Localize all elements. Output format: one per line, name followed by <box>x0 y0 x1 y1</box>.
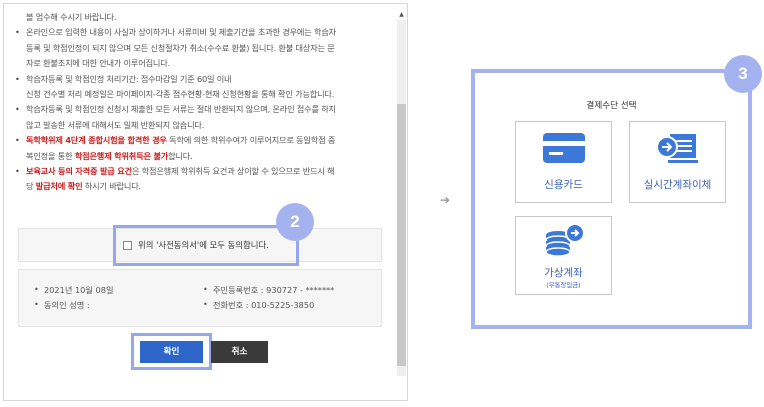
notice-line: 않고 발송한 서류에 대해서도 일체 반환되지 않습니다. <box>26 119 205 130</box>
consent-panel: 볼 엄수해 수시기 바랍니다. 온라인으로 입력한 내용이 사실과 상이하거나 … <box>3 3 408 401</box>
notice-line: 학습자등록 및 학점인정 신청시 제출한 모든 서류는 절대 반환되지 않으며,… <box>14 102 386 118</box>
notice-line: 온라인으로 입력한 내용이 사실과 상이하거나 서류미비 및 제출기간을 초과한… <box>14 25 386 41</box>
notice-line-red1: 독학학위제 4단계 종합시험을 합격한 경우 독학에 의한 학위수여가 이루어지… <box>14 133 386 149</box>
notice-line: 등록 및 학점인정이 되지 않으며 모든 신청절차가 취소(수수료 환불) 됩니… <box>26 42 335 53</box>
notice-line-red1-cont: 복인정을 통한 학점은행제 학위취득은 불가합니다. <box>14 149 386 164</box>
step-badge-2: 2 <box>276 203 314 241</box>
notice-line: 신청 건수별 처리 예정일은 마이페이지-각종 접수현황-현재 신청현황을 통해… <box>26 89 335 100</box>
notice-line-red2-cont: 당 발급처에 확인 하시기 바랍니다. <box>14 179 386 194</box>
step-badge-3: 3 <box>724 55 762 93</box>
agree-highlight <box>113 225 299 266</box>
transfer-icon <box>630 132 725 168</box>
signer-name: 동의인 성명 : <box>34 299 90 311</box>
notice-line: 볼 엄수해 수시기 바랍니다. <box>26 12 117 22</box>
credit-card-option[interactable]: 신용카드 <box>515 121 612 203</box>
red-text: 학점은행제 학위취득은 불가 <box>74 150 169 161</box>
notice-line-red2: 보육교사 등의 자격증 발급 요건은 학점은행제 학위취득 요건과 상이할 수 … <box>14 164 386 180</box>
red-text: 독학학위제 4단계 종합시험을 합격한 경우 <box>26 135 167 146</box>
notice-line: 학습자등록 및 학점인정 처리기간: 접수마감일 기준 60일 이내 <box>14 72 386 88</box>
consent-date: 2021년 10월 08일 <box>34 284 113 296</box>
notice-line: 자로 환불조치에 대한 안내가 이루어집니다. <box>26 58 170 69</box>
notice-text-part: 은 학점은행제 학위취득 요건과 상이할 수 있으므로 반드시 해 <box>131 166 335 177</box>
credit-card-label: 신용카드 <box>544 179 583 191</box>
consent-info-box: 2021년 10월 08일 동의인 성명 : 주민등록번호 : 930727 -… <box>18 269 382 327</box>
scroll-up-arrow-icon[interactable]: ▲ <box>397 10 406 20</box>
red-text: 발급처에 확인 <box>35 181 83 192</box>
virtual-account-option[interactable]: 가상계좌 (무통장입금) <box>515 216 612 295</box>
coins-icon <box>516 223 611 265</box>
realtime-transfer-option[interactable]: 실시간계좌이체 <box>629 121 726 203</box>
notice-text-part: 독학에 의한 학위수여가 이루어지므로 동일학점 중 <box>166 135 336 146</box>
confirm-button[interactable]: 확인 <box>140 341 203 363</box>
payment-title: 결제수단 선택 <box>586 101 637 111</box>
credit-card-icon <box>516 132 611 168</box>
notice-text-part: 하시기 바랍니다. <box>82 181 141 192</box>
resident-number: 주민등록번호 : 930727 - ******* <box>203 284 334 296</box>
notice-text-part: 당 <box>26 181 36 192</box>
cancel-button[interactable]: 취소 <box>211 341 268 363</box>
virtual-account-sub: (무통장입금) <box>546 281 581 289</box>
red-text: 보육교사 등의 자격증 발급 요건 <box>26 166 132 177</box>
notice-text: 볼 엄수해 수시기 바랍니다. 온라인으로 입력한 내용이 사실과 상이하거나 … <box>14 10 386 195</box>
notice-text-part: 합니다. <box>168 150 193 161</box>
phone-number: 전화번호 : 010-5225-3850 <box>203 299 314 311</box>
arrow-right-icon: ➔ <box>440 193 451 207</box>
payment-method-panel: 결제수단 선택 신용카드 실시간계좌이체 가상계좌 (무통장입금) <box>471 69 752 329</box>
realtime-transfer-label: 실시간계좌이체 <box>643 179 712 191</box>
notice-text-part: 복인정을 통한 <box>26 150 75 161</box>
scrollbar-thumb[interactable] <box>397 104 406 366</box>
virtual-account-label: 가상계좌 <box>544 267 583 279</box>
